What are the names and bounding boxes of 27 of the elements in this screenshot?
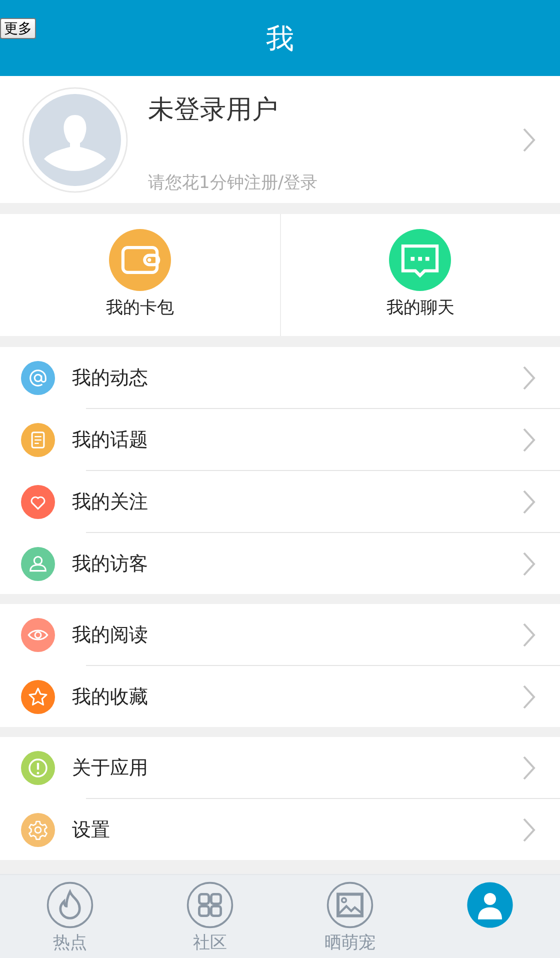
chevron-icon — [522, 754, 536, 780]
flame-icon[interactable] — [46, 881, 94, 929]
menu-item[interactable]: 我的访客 — [72, 550, 522, 576]
menu-item[interactable]: 我的阅读 — [72, 622, 522, 648]
more-button[interactable]: 更多 — [0, 18, 36, 39]
shortcut-label[interactable]: 我的卡包 — [106, 296, 174, 319]
chevron-icon — [522, 550, 536, 576]
menu-item[interactable]: 我的关注 — [72, 488, 522, 514]
user-name: 未登录用户 — [148, 94, 279, 126]
avatar[interactable] — [22, 86, 128, 192]
grid-icon[interactable] — [186, 881, 234, 929]
menu-item[interactable]: 关于应用 — [72, 754, 522, 780]
menu-item[interactable]: 我的话题 — [72, 426, 522, 452]
chevron-icon — [522, 126, 536, 152]
menu-item[interactable]: 我的动态 — [72, 364, 522, 390]
chevron-icon — [522, 816, 536, 842]
shortcut-label[interactable]: 我的聊天 — [386, 296, 454, 319]
chevron-icon — [522, 622, 536, 648]
chevron-icon — [522, 488, 536, 514]
chevron-icon — [522, 364, 536, 390]
chevron-icon — [522, 426, 536, 452]
chevron-icon — [522, 684, 536, 710]
menu-item[interactable]: 我的收藏 — [72, 684, 522, 710]
page-title: 我 — [266, 21, 294, 57]
image-icon[interactable] — [326, 881, 374, 929]
menu-item[interactable]: 设置 — [72, 816, 522, 842]
person-icon[interactable] — [466, 881, 514, 929]
